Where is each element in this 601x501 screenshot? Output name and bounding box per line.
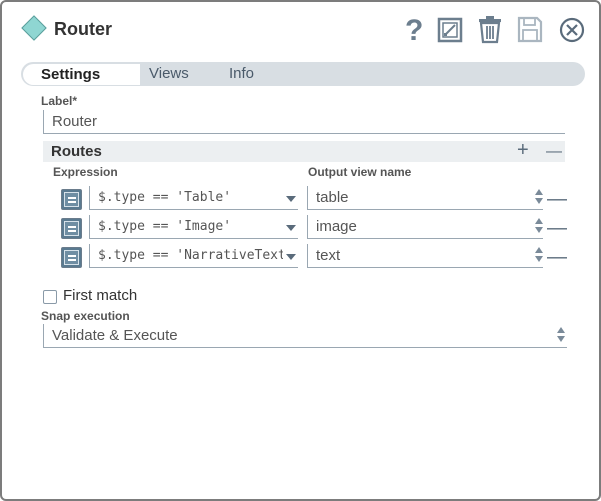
close-icon[interactable] xyxy=(558,14,586,44)
expression-header: Expression xyxy=(53,165,118,179)
routes-title: Routes xyxy=(51,143,102,160)
delete-icon[interactable] xyxy=(476,14,504,44)
stepper-icon[interactable] xyxy=(535,247,543,265)
stepper-icon[interactable] xyxy=(535,218,543,236)
diamond-icon xyxy=(21,15,47,41)
label-field-label: Label* xyxy=(41,94,78,108)
output-view-value: image xyxy=(316,218,357,235)
output-view-field[interactable]: text xyxy=(307,244,543,268)
chevron-down-icon[interactable] xyxy=(286,254,296,260)
expression-toggle-button[interactable] xyxy=(61,247,82,268)
expression-field[interactable]: $.type == 'Image' xyxy=(89,215,298,239)
add-route-button[interactable]: + xyxy=(517,140,529,161)
expression-toggle-button[interactable] xyxy=(61,218,82,239)
title-bar: Router ? xyxy=(2,2,599,58)
expression-value: $.type == 'NarrativeText' xyxy=(98,248,283,263)
remove-route-button[interactable]: — xyxy=(546,141,562,162)
remove-row-button[interactable]: — xyxy=(547,189,567,209)
save-icon[interactable] xyxy=(516,14,544,44)
snap-execution-select[interactable]: Validate & Execute xyxy=(43,324,567,348)
output-view-value: table xyxy=(316,189,349,206)
remove-row-button[interactable]: — xyxy=(547,218,567,238)
export-icon[interactable] xyxy=(436,14,464,44)
stepper-icon[interactable] xyxy=(557,327,565,345)
window-title: Router xyxy=(54,19,112,39)
label-field-value[interactable]: Router xyxy=(52,113,97,130)
label-field-box: Router xyxy=(43,110,565,134)
tab-bar: Settings Views Info xyxy=(21,62,585,86)
expression-value: $.type == 'Image' xyxy=(98,219,232,234)
snap-execution-label: Snap execution xyxy=(41,309,130,323)
help-icon[interactable]: ? xyxy=(400,14,428,44)
output-view-field[interactable]: table xyxy=(307,186,543,210)
tab-views[interactable]: Views xyxy=(139,62,199,86)
expression-value: $.type == 'Table' xyxy=(98,190,232,205)
expression-field[interactable]: $.type == 'NarrativeText' xyxy=(89,244,298,268)
expression-toggle-button[interactable] xyxy=(61,189,82,210)
output-view-value: text xyxy=(316,247,341,264)
remove-row-button[interactable]: — xyxy=(547,247,567,267)
output-view-header: Output view name xyxy=(308,165,412,179)
first-match-checkbox[interactable] xyxy=(43,290,57,304)
expression-field[interactable]: $.type == 'Table' xyxy=(89,186,298,210)
stepper-icon[interactable] xyxy=(535,189,543,207)
snap-execution-value: Validate & Execute xyxy=(52,327,178,344)
chevron-down-icon[interactable] xyxy=(286,196,296,202)
first-match-label: First match xyxy=(63,287,138,304)
chevron-down-icon[interactable] xyxy=(286,225,296,231)
tab-info[interactable]: Info xyxy=(219,62,264,86)
tab-settings[interactable]: Settings xyxy=(23,64,140,85)
dialog-window: Router ? Settings Views Info Label* Rout… xyxy=(0,0,601,501)
routes-header: Routes + — xyxy=(43,140,565,162)
output-view-field[interactable]: image xyxy=(307,215,543,239)
svg-text:?: ? xyxy=(405,14,423,44)
